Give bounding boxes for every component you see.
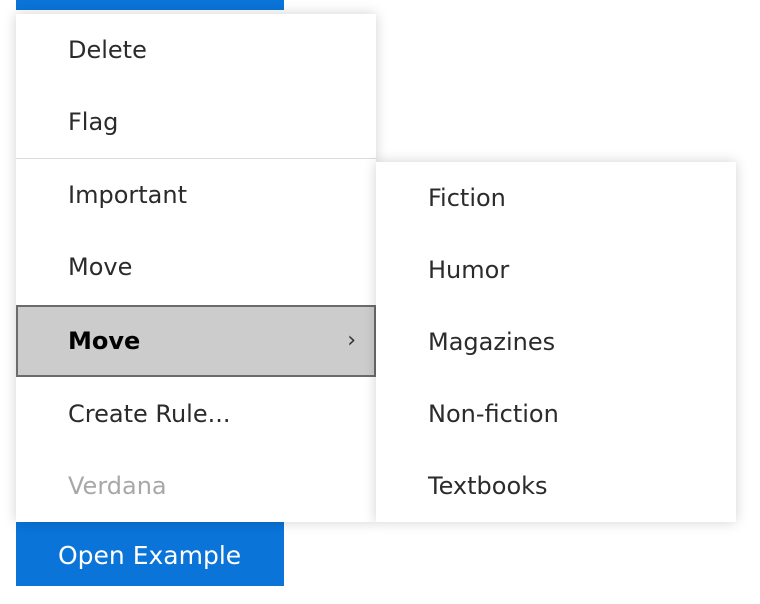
chevron-right-icon: › xyxy=(347,328,356,353)
submenu-item-magazines[interactable]: Magazines xyxy=(376,306,736,378)
menu-item-verdana: Verdana xyxy=(16,450,376,522)
menu-item-label: Verdana xyxy=(68,472,167,500)
submenu-item-label: Fiction xyxy=(428,184,506,212)
menu-item-label: Important xyxy=(68,181,187,209)
top-button-edge[interactable] xyxy=(16,0,284,10)
menu-item-label: Move xyxy=(68,327,141,355)
stage: Open Example Delete Flag Important Move … xyxy=(0,0,760,604)
context-menu: Delete Flag Important Move Move › Create… xyxy=(16,14,376,522)
submenu-item-humor[interactable]: Humor xyxy=(376,234,736,306)
menu-item-label: Flag xyxy=(68,108,119,136)
menu-item-move[interactable]: Move xyxy=(16,231,376,303)
submenu-item-fiction[interactable]: Fiction xyxy=(376,162,736,234)
open-example-button[interactable]: Open Example xyxy=(16,521,284,586)
submenu-item-label: Humor xyxy=(428,256,510,284)
menu-item-label: Delete xyxy=(68,36,147,64)
submenu-item-textbooks[interactable]: Textbooks xyxy=(376,450,736,522)
open-example-label: Open Example xyxy=(58,541,242,570)
menu-item-label: Create Rule... xyxy=(68,400,231,428)
menu-item-label: Move xyxy=(68,253,133,281)
menu-item-flag[interactable]: Flag xyxy=(16,86,376,158)
submenu-item-label: Magazines xyxy=(428,328,556,356)
menu-item-delete[interactable]: Delete xyxy=(16,14,376,86)
submenu-item-label: Textbooks xyxy=(428,472,548,500)
submenu-item-non-fiction[interactable]: Non-fiction xyxy=(376,378,736,450)
submenu-item-label: Non-fiction xyxy=(428,400,559,428)
move-submenu: Fiction Humor Magazines Non-fiction Text… xyxy=(376,162,736,522)
menu-item-important[interactable]: Important xyxy=(16,159,376,231)
menu-item-create-rule[interactable]: Create Rule... xyxy=(16,378,376,450)
menu-item-move-submenu[interactable]: Move › xyxy=(16,305,376,377)
